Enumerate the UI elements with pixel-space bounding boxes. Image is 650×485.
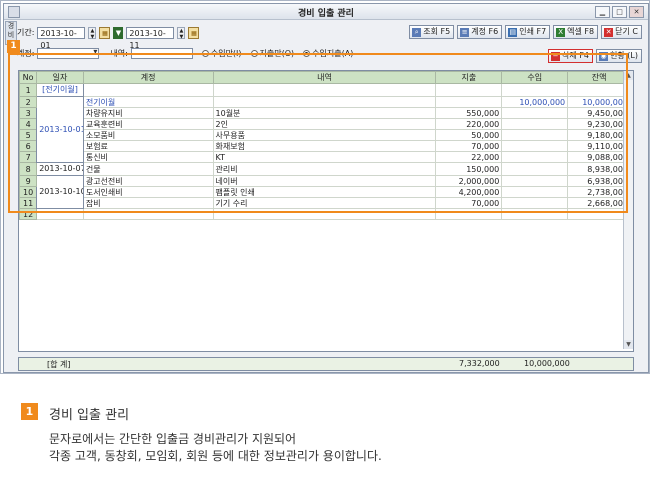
totals-label: [합 계]: [47, 360, 71, 369]
date-to-spinner[interactable]: ▲ ▼: [177, 26, 186, 40]
minimize-icon[interactable]: ▁: [595, 6, 610, 18]
period-filter: 기간: 2013-10-01 ▲ ▼ ▦ ▼ 2013-10-11 ▲ ▼ ▦: [17, 25, 200, 50]
scroll-down-icon[interactable]: ▼: [624, 340, 633, 349]
caption-line-1: 문자로에서는 간단한 입출금 경비관리가 지원되어: [49, 432, 297, 446]
search-icon: ⌕: [412, 27, 422, 37]
account-button-label: 계정 F6: [471, 27, 499, 36]
close-x-icon: ✕: [604, 27, 614, 37]
totals-expense: 7,332,000: [459, 359, 500, 368]
title-bar: 경비 입출 관리 ▁ □ ✕: [4, 4, 648, 20]
highlight-box: [8, 53, 628, 213]
period-label: 기간:: [17, 28, 35, 37]
account-button[interactable]: ≡ 계정 F6: [457, 25, 503, 39]
caption-title: 경비 입출 관리: [49, 408, 130, 423]
close-button-label: 닫기 C: [615, 27, 638, 36]
maximize-icon[interactable]: □: [612, 6, 627, 18]
window-controls: ▁ □ ✕: [595, 6, 644, 18]
calendar-to-icon[interactable]: ▦: [188, 26, 200, 39]
date-from-spinner[interactable]: ▲ ▼: [88, 26, 97, 40]
callout-marker: 1: [7, 40, 20, 53]
search-button[interactable]: ⌕ 조회 F5: [409, 25, 455, 39]
date-to-field[interactable]: 2013-10-11: [126, 26, 175, 50]
date-from-field[interactable]: 2013-10-01: [37, 26, 86, 50]
account-icon: ≡: [460, 27, 470, 37]
printer-icon: ▤: [508, 27, 518, 37]
print-button[interactable]: ▤ 인쇄 F7: [505, 25, 551, 39]
period-dropdown-icon[interactable]: ▼: [113, 26, 124, 39]
caption-number: 1: [21, 403, 38, 420]
caption-body: 문자로에서는 간단한 입출금 경비관리가 지원되어 각종 고객, 동창회, 모임…: [49, 431, 382, 465]
totals-income: 10,000,000: [524, 359, 570, 368]
close-button[interactable]: ✕ 닫기 C: [601, 25, 642, 39]
totals-row: [합 계] 7,332,000 10,000,000: [18, 357, 634, 371]
search-button-label: 조회 F5: [423, 27, 451, 36]
window-title: 경비 입출 관리: [298, 9, 354, 19]
excel-button-label: 엑셀 F8: [567, 27, 595, 36]
close-icon[interactable]: ✕: [629, 6, 644, 18]
excel-button[interactable]: X 엑셀 F8: [553, 25, 599, 39]
excel-icon: X: [556, 27, 566, 37]
caption-line-2: 각종 고객, 동창회, 모임회, 회원 등에 대한 정보관리가 용이합니다.: [49, 449, 382, 463]
main-toolbar: ⌕ 조회 F5 ≡ 계정 F6 ▤ 인쇄 F7 X 엑셀 F8 ✕ 닫기 C: [409, 25, 642, 39]
calendar-from-icon[interactable]: ▦: [99, 26, 111, 39]
print-button-label: 인쇄 F7: [519, 27, 547, 36]
